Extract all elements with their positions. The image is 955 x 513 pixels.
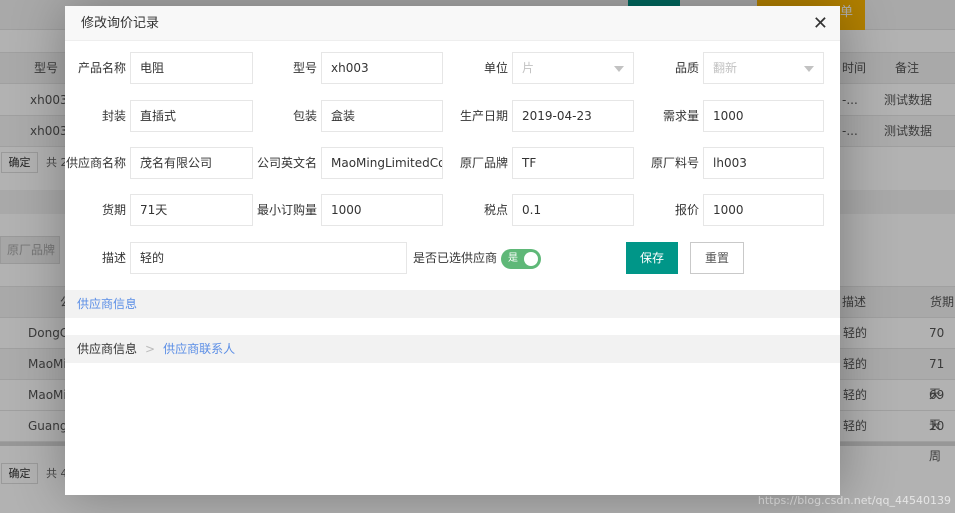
tax-point-label: 税点	[483, 203, 508, 217]
demand-qty-label: 需求量	[662, 109, 699, 123]
chevron-down-icon	[614, 66, 624, 72]
edit-inquiry-modal: 修改询价记录 ✕ 产品名称 电阻 型号 xh003 单位 片 品质 翻新 封装 …	[65, 6, 840, 495]
packing-label: 包装	[292, 109, 317, 123]
original-part-no-label: 原厂料号	[650, 156, 699, 170]
breadcrumb-separator: >	[145, 342, 156, 356]
package-type-input[interactable]: 直插式	[130, 100, 253, 132]
quality-select-value: 翻新	[713, 61, 738, 75]
switch-knob	[524, 252, 538, 266]
breadcrumb-current: 供应商信息	[77, 342, 138, 356]
unit-select-value: 片	[522, 61, 535, 75]
production-date-label: 生产日期	[459, 109, 508, 123]
lead-time-label: 货期	[101, 203, 126, 217]
supplier-contacts-link[interactable]: 供应商联系人	[163, 342, 235, 356]
selected-supplier-label: 是否已选供应商	[412, 251, 497, 265]
supplier-name-input[interactable]: 茂名有限公司	[130, 147, 253, 179]
company-en-name-label: 公司英文名	[256, 156, 317, 170]
model-input[interactable]: xh003	[321, 52, 443, 84]
unit-label: 单位	[483, 61, 508, 75]
save-button[interactable]: 保存	[626, 242, 678, 274]
supplier-info-bar: 供应商信息	[65, 290, 840, 318]
company-en-name-input[interactable]: MaoMingLimitedComp	[321, 147, 443, 179]
product-name-label: 产品名称	[77, 61, 126, 75]
quote-label: 报价	[674, 203, 699, 217]
quality-label: 品质	[674, 61, 699, 75]
model-label: 型号	[292, 61, 317, 75]
packing-input[interactable]: 盒装	[321, 100, 443, 132]
quality-select[interactable]: 翻新	[703, 52, 824, 84]
tax-point-input[interactable]: 0.1	[512, 194, 634, 226]
quote-input[interactable]: 1000	[703, 194, 824, 226]
original-brand-input[interactable]: TF	[512, 147, 634, 179]
production-date-input[interactable]: 2019-04-23	[512, 100, 634, 132]
moq-label: 最小订购量	[256, 203, 317, 217]
original-part-no-input[interactable]: lh003	[703, 147, 824, 179]
chevron-down-icon	[804, 66, 814, 72]
description-input[interactable]: 轻的	[130, 242, 407, 274]
reset-button[interactable]: 重置	[690, 242, 744, 274]
selected-supplier-switch[interactable]: 是	[501, 249, 541, 269]
watermark: https://blog.csdn.net/qq_44540139	[757, 494, 951, 507]
modal-header: 修改询价记录 ✕	[65, 6, 840, 41]
close-icon[interactable]: ✕	[813, 6, 828, 41]
lead-time-input[interactable]: 71天	[130, 194, 253, 226]
unit-select[interactable]: 片	[512, 52, 634, 84]
original-brand-label: 原厂品牌	[459, 156, 508, 170]
product-name-input[interactable]: 电阻	[130, 52, 253, 84]
description-label: 描述	[101, 251, 126, 265]
switch-text: 是	[508, 253, 518, 264]
package-type-label: 封装	[101, 109, 126, 123]
moq-input[interactable]: 1000	[321, 194, 443, 226]
demand-qty-input[interactable]: 1000	[703, 100, 824, 132]
supplier-name-label: 供应商名称	[65, 156, 126, 170]
modal-title: 修改询价记录	[81, 16, 160, 31]
supplier-info-link[interactable]: 供应商信息	[77, 297, 137, 311]
breadcrumb: 供应商信息 > 供应商联系人	[65, 335, 840, 363]
